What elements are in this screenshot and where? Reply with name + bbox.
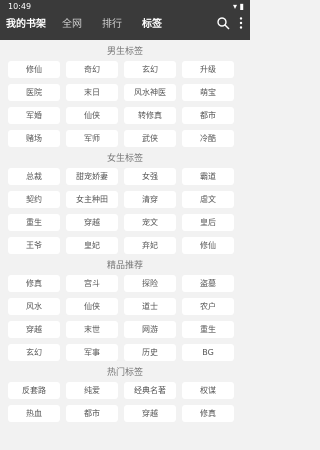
section-title: 精品推荐 <box>106 261 143 271</box>
tag-button[interactable]: 玄幻 <box>8 344 60 361</box>
more-options-icon[interactable] <box>238 16 244 30</box>
search-icon[interactable] <box>216 16 230 30</box>
tag-button[interactable]: 反套路 <box>8 382 60 399</box>
tag-button[interactable]: 王爷 <box>8 237 60 254</box>
tag-button[interactable]: 冷酷 <box>182 130 234 147</box>
tag-button[interactable]: 仙侠 <box>66 298 118 315</box>
section-title: 女生标签 <box>106 154 143 164</box>
section-female-tags: 女生标签 总裁 甜宠娇妻 女强 霸道 契约 女主种田 清穿 虐文 重生 穿越 宠… <box>0 152 250 254</box>
status-icons: ▾ ▮ <box>233 2 244 11</box>
tag-button[interactable]: 甜宠娇妻 <box>66 168 118 185</box>
tag-button[interactable]: 虐文 <box>182 191 234 208</box>
tag-button[interactable]: 都市 <box>182 107 234 124</box>
tag-button[interactable]: 奇幻 <box>66 61 118 78</box>
tag-button[interactable]: 穿越 <box>124 405 176 422</box>
tag-button[interactable]: 升级 <box>182 61 234 78</box>
tag-button[interactable]: 修仙 <box>8 61 60 78</box>
tag-button[interactable]: 历史 <box>124 344 176 361</box>
tag-button[interactable]: 风水 <box>8 298 60 315</box>
tag-button[interactable]: 盗墓 <box>182 275 234 292</box>
tag-button[interactable]: 萌宝 <box>182 84 234 101</box>
tag-button[interactable]: 皇后 <box>182 214 234 231</box>
status-time: 10:49 <box>8 2 32 11</box>
tag-button[interactable]: 网游 <box>124 321 176 338</box>
tag-grid: 修仙 奇幻 玄幻 升级 医院 末日 风水神医 萌宝 军婚 仙侠 转修真 都市 赌… <box>0 61 250 147</box>
tag-button[interactable]: 转修真 <box>124 107 176 124</box>
tag-grid: 修真 宫斗 探险 盗墓 风水 仙侠 道士 农户 穿越 末世 网游 重生 玄幻 军… <box>0 275 250 361</box>
tab-tags[interactable]: 标签 <box>132 14 172 36</box>
top-app-bar: 10:49 ▾ ▮ 我的书架 全网 排行 标签 <box>0 0 250 40</box>
section-hot-tags: 热门标签 反套路 纯爱 经典名著 权谋 热血 都市 穿越 修真 <box>0 366 250 422</box>
tag-button[interactable]: 修真 <box>8 275 60 292</box>
tag-button[interactable]: 弃妃 <box>124 237 176 254</box>
tag-button[interactable]: 修真 <box>182 405 234 422</box>
tag-button[interactable]: 军师 <box>66 130 118 147</box>
tag-button[interactable]: 末世 <box>66 321 118 338</box>
tag-grid: 反套路 纯爱 经典名著 权谋 热血 都市 穿越 修真 <box>0 382 250 422</box>
tag-grid: 总裁 甜宠娇妻 女强 霸道 契约 女主种田 清穿 虐文 重生 穿越 宠文 皇后 … <box>0 168 250 254</box>
section-recommended: 精品推荐 修真 宫斗 探险 盗墓 风水 仙侠 道士 农户 穿越 末世 网游 重生… <box>0 259 250 361</box>
section-title: 热门标签 <box>106 368 143 378</box>
tag-button[interactable]: 玄幻 <box>124 61 176 78</box>
tag-button[interactable]: 皇妃 <box>66 237 118 254</box>
tag-button[interactable]: 赌场 <box>8 130 60 147</box>
tag-button[interactable]: 女强 <box>124 168 176 185</box>
tag-button[interactable]: 女主种田 <box>66 191 118 208</box>
section-title: 男生标签 <box>106 47 143 57</box>
tag-button[interactable]: 末日 <box>66 84 118 101</box>
tag-button[interactable]: 医院 <box>8 84 60 101</box>
tag-button[interactable]: 热血 <box>8 405 60 422</box>
tag-sections: 男生标签 修仙 奇幻 玄幻 升级 医院 末日 风水神医 萌宝 军婚 仙侠 转修真… <box>0 40 250 422</box>
tag-button[interactable]: 重生 <box>182 321 234 338</box>
tag-button[interactable]: 仙侠 <box>66 107 118 124</box>
tag-button[interactable]: 纯爱 <box>66 382 118 399</box>
nav-tabs: 我的书架 全网 排行 标签 <box>0 14 210 36</box>
tag-button[interactable]: 重生 <box>8 214 60 231</box>
tab-network[interactable]: 全网 <box>52 14 92 36</box>
tag-button[interactable]: 权谋 <box>182 382 234 399</box>
tag-button[interactable]: 经典名著 <box>124 382 176 399</box>
tag-button[interactable]: 宫斗 <box>66 275 118 292</box>
tag-button[interactable]: 清穿 <box>124 191 176 208</box>
tag-button[interactable]: 穿越 <box>8 321 60 338</box>
tab-bookshelf[interactable]: 我的书架 <box>0 14 52 36</box>
tag-button[interactable]: 探险 <box>124 275 176 292</box>
tag-button[interactable]: 都市 <box>66 405 118 422</box>
tag-button[interactable]: 军事 <box>66 344 118 361</box>
tag-button[interactable]: 契约 <box>8 191 60 208</box>
tag-button[interactable]: 霸道 <box>182 168 234 185</box>
tag-button[interactable]: 穿越 <box>66 214 118 231</box>
tag-button[interactable]: 风水神医 <box>124 84 176 101</box>
tag-button[interactable]: 总裁 <box>8 168 60 185</box>
tag-button[interactable]: 道士 <box>124 298 176 315</box>
tag-button[interactable]: 农户 <box>182 298 234 315</box>
section-male-tags: 男生标签 修仙 奇幻 玄幻 升级 医院 末日 风水神医 萌宝 军婚 仙侠 转修真… <box>0 45 250 147</box>
tag-button[interactable]: 军婚 <box>8 107 60 124</box>
tag-button[interactable]: 修仙 <box>182 237 234 254</box>
tag-button[interactable]: 宠文 <box>124 214 176 231</box>
tab-ranking[interactable]: 排行 <box>92 14 132 36</box>
tag-button[interactable]: 武侠 <box>124 130 176 147</box>
tag-button[interactable]: BG <box>182 344 234 361</box>
